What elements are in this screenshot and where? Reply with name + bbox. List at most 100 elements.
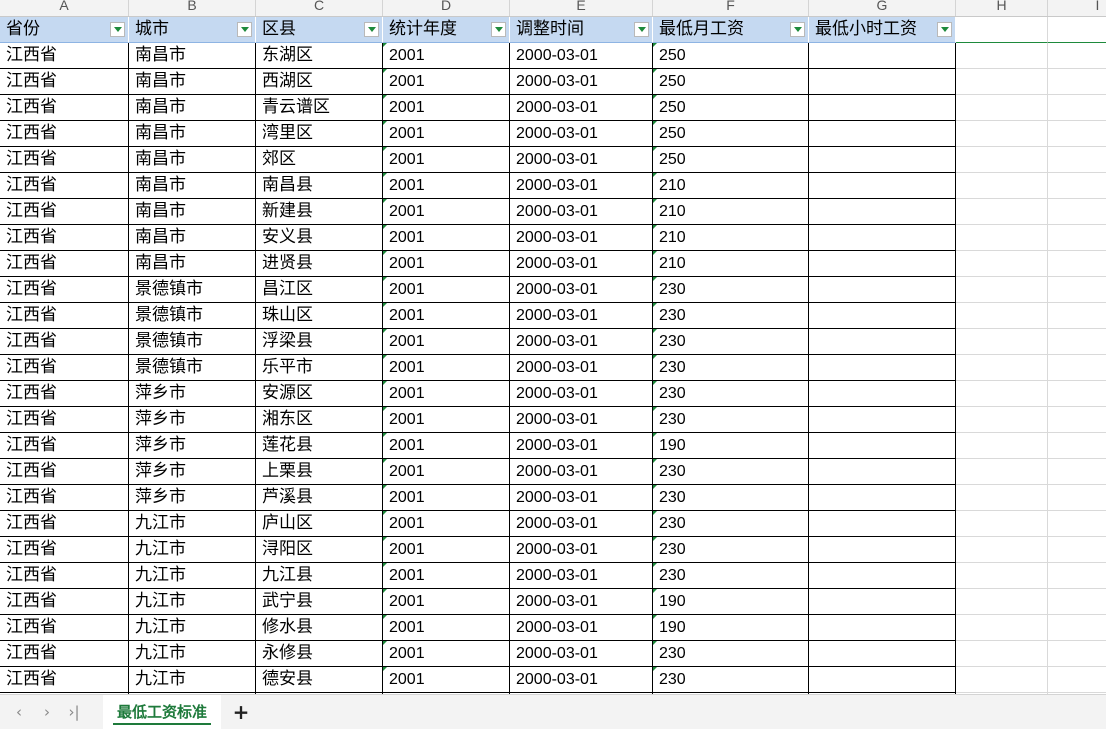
table-cell[interactable]: 2000-03-01 xyxy=(510,95,653,121)
table-cell[interactable]: 2000-03-01 xyxy=(510,173,653,199)
table-cell[interactable]: 2001 xyxy=(383,121,510,147)
table-cell[interactable]: 景德镇市 xyxy=(129,303,256,329)
table-cell[interactable]: 浮梁县 xyxy=(256,329,383,355)
empty-cell[interactable] xyxy=(956,407,1048,433)
empty-cell[interactable] xyxy=(956,563,1048,589)
table-cell[interactable]: 2001 xyxy=(383,199,510,225)
table-cell[interactable] xyxy=(809,173,956,199)
filter-dropdown-icon[interactable] xyxy=(110,22,125,37)
table-cell[interactable]: 南昌市 xyxy=(129,199,256,225)
table-cell[interactable]: 2001 xyxy=(383,147,510,173)
table-cell[interactable]: 安义县 xyxy=(256,225,383,251)
table-cell[interactable]: 2000-03-01 xyxy=(510,251,653,277)
table-cell[interactable]: 乐平市 xyxy=(256,355,383,381)
table-cell[interactable]: 江西省 xyxy=(0,355,129,381)
table-cell[interactable] xyxy=(809,251,956,277)
table-cell[interactable]: 2000-03-01 xyxy=(510,329,653,355)
table-cell[interactable]: 江西省 xyxy=(0,589,129,615)
table-cell[interactable] xyxy=(809,589,956,615)
empty-cell[interactable] xyxy=(956,667,1048,693)
empty-cell[interactable] xyxy=(956,121,1048,147)
column-letter[interactable]: A xyxy=(0,0,129,16)
table-cell[interactable]: 230 xyxy=(653,641,809,667)
table-cell[interactable]: 2001 xyxy=(383,69,510,95)
table-cell[interactable]: 2000-03-01 xyxy=(510,121,653,147)
empty-cell[interactable] xyxy=(1048,381,1106,407)
table-cell[interactable]: 江西省 xyxy=(0,459,129,485)
empty-cell[interactable] xyxy=(1048,615,1106,641)
table-cell[interactable]: 230 xyxy=(653,459,809,485)
table-cell[interactable]: 2001 xyxy=(383,251,510,277)
table-cell[interactable]: 江西省 xyxy=(0,121,129,147)
table-cell[interactable]: 250 xyxy=(653,147,809,173)
table-cell[interactable]: 2001 xyxy=(383,641,510,667)
column-letter[interactable]: D xyxy=(383,0,510,16)
empty-cell[interactable] xyxy=(1048,667,1106,693)
table-cell[interactable]: 2001 xyxy=(383,485,510,511)
empty-cell[interactable] xyxy=(956,329,1048,355)
table-cell[interactable]: 武宁县 xyxy=(256,589,383,615)
table-cell[interactable]: 南昌市 xyxy=(129,121,256,147)
header-cell[interactable]: 省份 xyxy=(0,17,129,43)
column-letter[interactable]: F xyxy=(653,0,809,16)
filter-dropdown-icon[interactable] xyxy=(634,22,649,37)
table-cell[interactable]: 230 xyxy=(653,329,809,355)
empty-cell[interactable] xyxy=(1048,355,1106,381)
table-cell[interactable]: 2000-03-01 xyxy=(510,303,653,329)
table-cell[interactable]: 南昌市 xyxy=(129,43,256,69)
table-cell[interactable]: 2001 xyxy=(383,667,510,693)
table-cell[interactable]: 250 xyxy=(653,121,809,147)
column-letter[interactable]: I xyxy=(1048,0,1106,16)
empty-cell[interactable] xyxy=(956,17,1048,43)
table-cell[interactable]: 2001 xyxy=(383,563,510,589)
table-cell[interactable]: 230 xyxy=(653,355,809,381)
filter-dropdown-icon[interactable] xyxy=(790,22,805,37)
empty-cell[interactable] xyxy=(1048,433,1106,459)
column-letter[interactable]: B xyxy=(129,0,256,16)
table-cell[interactable]: 江西省 xyxy=(0,407,129,433)
table-cell[interactable]: 2001 xyxy=(383,511,510,537)
table-cell[interactable]: 江西省 xyxy=(0,173,129,199)
table-cell[interactable] xyxy=(809,485,956,511)
table-cell[interactable]: 江西省 xyxy=(0,251,129,277)
empty-cell[interactable] xyxy=(1048,147,1106,173)
table-cell[interactable]: 2000-03-01 xyxy=(510,615,653,641)
table-cell[interactable]: 芦溪县 xyxy=(256,485,383,511)
table-cell[interactable]: 萍乡市 xyxy=(129,381,256,407)
table-cell[interactable]: 2000-03-01 xyxy=(510,407,653,433)
table-cell[interactable]: 2000-03-01 xyxy=(510,381,653,407)
empty-cell[interactable] xyxy=(1048,511,1106,537)
table-cell[interactable] xyxy=(809,433,956,459)
empty-cell[interactable] xyxy=(956,641,1048,667)
chevron-left-icon[interactable]: ‹ xyxy=(8,701,30,723)
empty-cell[interactable] xyxy=(1048,589,1106,615)
table-cell[interactable] xyxy=(809,537,956,563)
table-cell[interactable]: 浔阳区 xyxy=(256,537,383,563)
table-cell[interactable]: 江西省 xyxy=(0,43,129,69)
column-letter[interactable]: C xyxy=(256,0,383,16)
empty-cell[interactable] xyxy=(956,511,1048,537)
table-cell[interactable]: 2001 xyxy=(383,381,510,407)
empty-cell[interactable] xyxy=(1048,95,1106,121)
filter-dropdown-icon[interactable] xyxy=(937,22,952,37)
table-cell[interactable]: 江西省 xyxy=(0,615,129,641)
table-cell[interactable]: 江西省 xyxy=(0,563,129,589)
table-cell[interactable]: 景德镇市 xyxy=(129,329,256,355)
table-cell[interactable]: 九江县 xyxy=(256,563,383,589)
table-cell[interactable]: 230 xyxy=(653,303,809,329)
table-cell[interactable]: 东湖区 xyxy=(256,43,383,69)
empty-cell[interactable] xyxy=(956,147,1048,173)
table-cell[interactable]: 250 xyxy=(653,95,809,121)
table-cell[interactable] xyxy=(809,511,956,537)
empty-cell[interactable] xyxy=(956,225,1048,251)
empty-cell[interactable] xyxy=(1048,173,1106,199)
table-cell[interactable]: 修水县 xyxy=(256,615,383,641)
table-cell[interactable]: 250 xyxy=(653,69,809,95)
table-cell[interactable] xyxy=(809,121,956,147)
table-cell[interactable]: 九江市 xyxy=(129,615,256,641)
empty-cell[interactable] xyxy=(956,381,1048,407)
table-cell[interactable]: 萍乡市 xyxy=(129,407,256,433)
table-cell[interactable]: 2000-03-01 xyxy=(510,589,653,615)
table-cell[interactable]: 210 xyxy=(653,251,809,277)
filter-dropdown-icon[interactable] xyxy=(491,22,506,37)
